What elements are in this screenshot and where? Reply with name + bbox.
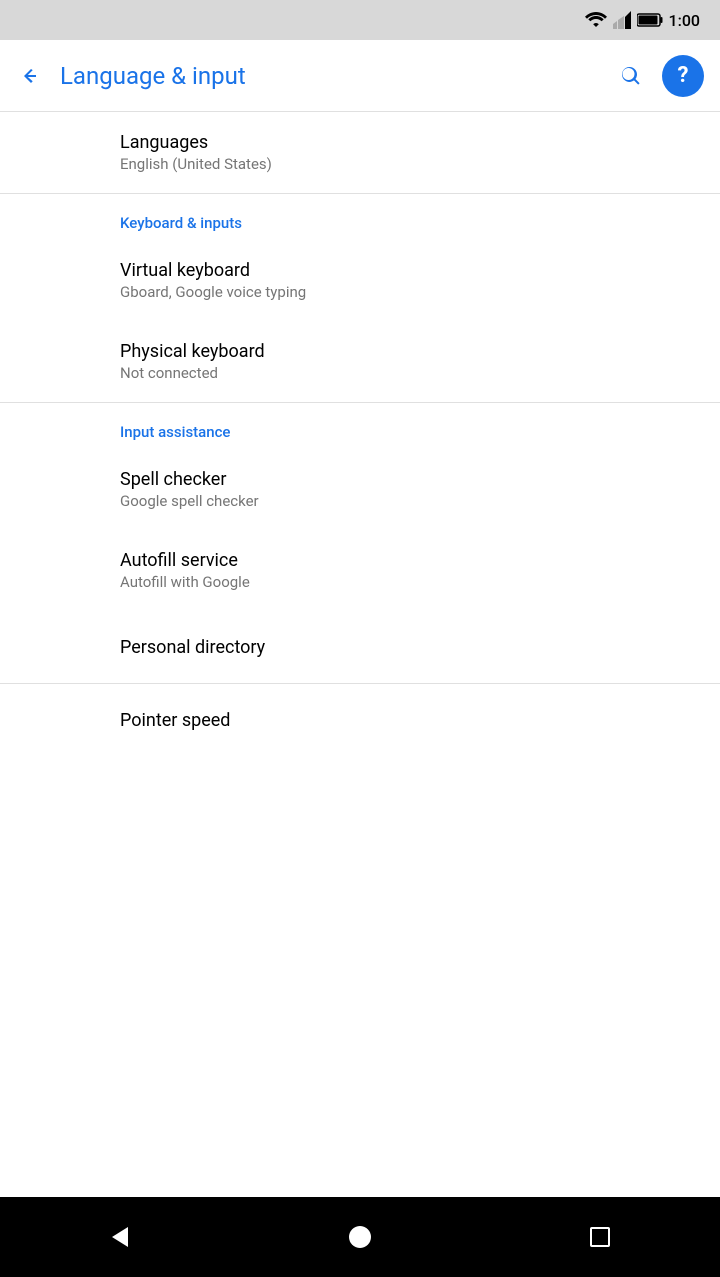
app-bar: Language & input ? <box>0 40 720 112</box>
help-button[interactable]: ? <box>662 55 704 97</box>
input-assistance-section-header: Input assistance <box>0 403 720 449</box>
languages-subtitle: English (United States) <box>120 155 648 173</box>
autofill-service-title: Autofill service <box>120 550 648 571</box>
virtual-keyboard-subtitle: Gboard, Google voice typing <box>120 283 648 301</box>
search-button[interactable] <box>616 61 646 91</box>
nav-home-button[interactable] <box>330 1207 390 1267</box>
nav-bar <box>0 1197 720 1277</box>
signal-icon <box>613 11 631 29</box>
status-bar: 1:00 <box>0 0 720 40</box>
spell-checker-item[interactable]: Spell checker Google spell checker <box>0 449 720 530</box>
physical-keyboard-title: Physical keyboard <box>120 341 648 362</box>
virtual-keyboard-item[interactable]: Virtual keyboard Gboard, Google voice ty… <box>0 240 720 321</box>
content: Languages English (United States) Keyboa… <box>0 112 720 1197</box>
personal-directory-item[interactable]: Personal directory <box>0 611 720 683</box>
pointer-speed-item[interactable]: Pointer speed <box>0 684 720 756</box>
virtual-keyboard-title: Virtual keyboard <box>120 260 648 281</box>
personal-directory-title: Personal directory <box>120 637 648 658</box>
keyboard-section-header: Keyboard & inputs <box>0 194 720 240</box>
languages-title: Languages <box>120 132 648 153</box>
spell-checker-title: Spell checker <box>120 469 648 490</box>
physical-keyboard-item[interactable]: Physical keyboard Not connected <box>0 321 720 402</box>
languages-item[interactable]: Languages English (United States) <box>0 112 720 193</box>
spell-checker-subtitle: Google spell checker <box>120 492 648 510</box>
battery-icon <box>637 13 663 27</box>
physical-keyboard-subtitle: Not connected <box>120 364 648 382</box>
nav-recent-button[interactable] <box>570 1207 630 1267</box>
back-button[interactable] <box>16 62 44 90</box>
wifi-icon <box>585 11 607 29</box>
autofill-service-subtitle: Autofill with Google <box>120 573 648 591</box>
nav-back-button[interactable] <box>90 1207 150 1267</box>
autofill-service-item[interactable]: Autofill service Autofill with Google <box>0 530 720 611</box>
status-icons: 1:00 <box>585 11 701 30</box>
status-time: 1:00 <box>669 11 701 30</box>
app-bar-actions: ? <box>616 55 704 97</box>
page-title: Language & input <box>60 62 600 90</box>
pointer-speed-title: Pointer speed <box>120 710 648 731</box>
